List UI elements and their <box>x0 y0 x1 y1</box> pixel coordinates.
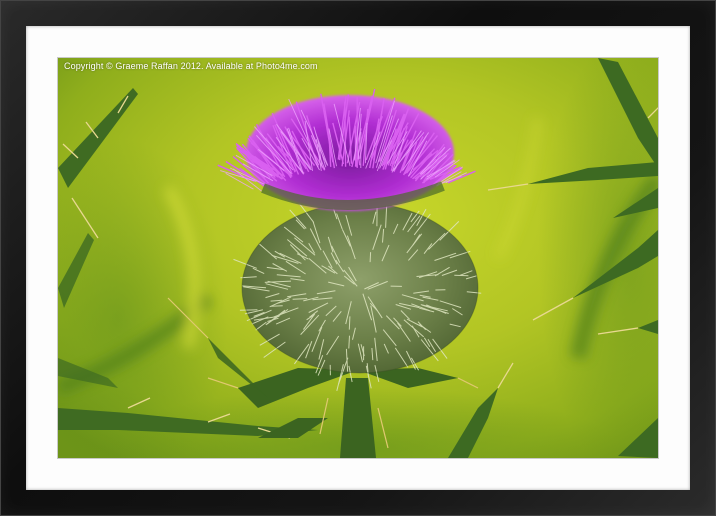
thistle-photo <box>58 58 658 458</box>
copyright-watermark: Copyright © Graeme Raffan 2012. Availabl… <box>64 61 318 71</box>
